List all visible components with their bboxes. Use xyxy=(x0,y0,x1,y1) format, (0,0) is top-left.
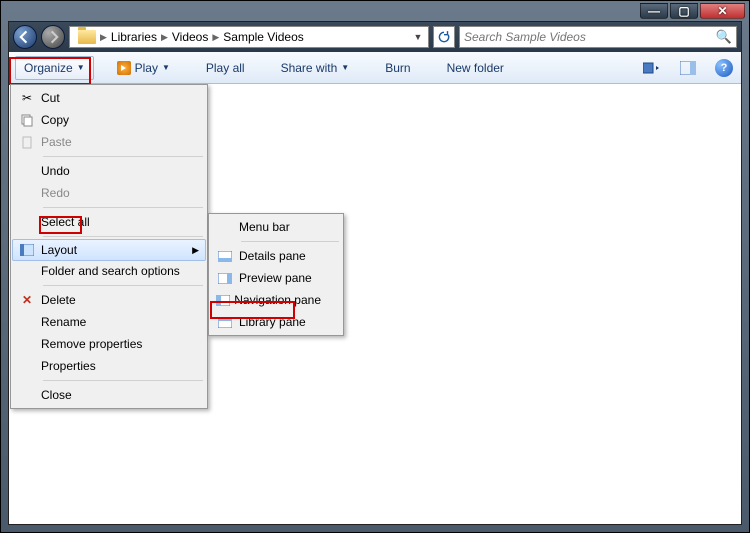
menu-details-pane[interactable]: Details pane xyxy=(211,245,341,267)
search-icon: 🔍 xyxy=(716,29,732,45)
cut-icon: ✂ xyxy=(19,90,35,106)
preview-pane-icon xyxy=(217,270,233,286)
details-pane-icon xyxy=(217,248,233,264)
preview-pane-button[interactable] xyxy=(677,57,699,79)
chevron-down-icon: ▼ xyxy=(77,63,85,72)
search-input[interactable] xyxy=(464,30,716,44)
menu-paste[interactable]: Paste xyxy=(13,131,205,153)
menu-undo[interactable]: Undo xyxy=(13,160,205,182)
explorer-window: — ▢ ✕ ▶ Libraries ▶ Videos ▶ Sample Vide… xyxy=(0,0,750,533)
delete-icon: ✕ xyxy=(19,292,35,308)
folder-icon xyxy=(78,30,96,44)
submenu-arrow-icon: ▶ xyxy=(192,245,199,256)
window-titlebar: — ▢ ✕ xyxy=(1,1,749,21)
paste-icon xyxy=(19,134,35,150)
navigation-pane-icon xyxy=(215,292,231,308)
crumb-sample-videos[interactable]: Sample Videos xyxy=(219,27,308,47)
new-folder-button[interactable]: New folder xyxy=(438,56,513,80)
view-icon xyxy=(643,61,661,75)
menu-delete[interactable]: ✕ Delete xyxy=(13,289,205,311)
menu-remove-properties[interactable]: Remove properties xyxy=(13,333,205,355)
arrow-right-icon xyxy=(46,30,60,44)
library-pane-icon xyxy=(217,314,233,330)
menu-redo[interactable]: Redo xyxy=(13,182,205,204)
maximize-button[interactable]: ▢ xyxy=(670,3,698,19)
copy-icon xyxy=(19,112,35,128)
share-with-button[interactable]: Share with▼ xyxy=(272,56,359,80)
chevron-right-icon: ▶ xyxy=(212,32,219,43)
breadcrumb[interactable]: ▶ Libraries ▶ Videos ▶ Sample Videos ▼ xyxy=(69,26,429,48)
menu-select-all[interactable]: Select all xyxy=(13,211,205,233)
address-bar: ▶ Libraries ▶ Videos ▶ Sample Videos ▼ 🔍 xyxy=(9,22,741,52)
chevron-down-icon: ▼ xyxy=(162,63,170,72)
refresh-icon xyxy=(437,30,451,44)
crumb-videos[interactable]: Videos xyxy=(168,27,212,47)
chevron-right-icon: ▶ xyxy=(161,32,168,43)
play-all-button[interactable]: Play all xyxy=(197,56,254,80)
play-icon xyxy=(117,61,131,75)
minimize-button[interactable]: — xyxy=(640,3,668,19)
arrow-left-icon xyxy=(18,30,32,44)
organize-menu: ✂ Cut Copy Paste Undo Redo xyxy=(10,84,208,409)
crumb-libraries[interactable]: Libraries xyxy=(107,27,161,47)
menu-close[interactable]: Close xyxy=(13,384,205,406)
preview-pane-icon xyxy=(680,61,696,75)
menu-copy[interactable]: Copy xyxy=(13,109,205,131)
menu-layout[interactable]: Layout ▶ xyxy=(12,239,206,261)
organize-button[interactable]: Organize▼ xyxy=(15,56,94,80)
play-button[interactable]: Play▼ xyxy=(108,56,179,80)
menu-properties[interactable]: Properties xyxy=(13,355,205,377)
chevron-right-icon: ▶ xyxy=(100,32,107,43)
help-button[interactable]: ? xyxy=(713,57,735,79)
menu-folder-options[interactable]: Folder and search options xyxy=(13,260,205,282)
forward-button[interactable] xyxy=(41,25,65,49)
close-button[interactable]: ✕ xyxy=(700,3,745,19)
layout-submenu: Menu bar Details pane Preview pane Navig xyxy=(208,213,344,336)
menu-menu-bar[interactable]: Menu bar xyxy=(211,216,341,238)
burn-button[interactable]: Burn xyxy=(376,56,419,80)
menu-rename[interactable]: Rename xyxy=(13,311,205,333)
view-button[interactable] xyxy=(641,57,663,79)
command-bar: Organize▼ Play▼ Play all Share with▼ Bur… xyxy=(9,52,741,84)
back-button[interactable] xyxy=(13,25,37,49)
layout-icon xyxy=(19,242,35,258)
breadcrumb-dropdown[interactable]: ▼ xyxy=(410,32,426,42)
menu-library-pane[interactable]: Library pane xyxy=(211,311,341,333)
help-icon: ? xyxy=(715,59,733,77)
menu-preview-pane[interactable]: Preview pane xyxy=(211,267,341,289)
chevron-down-icon: ▼ xyxy=(341,63,349,72)
refresh-button[interactable] xyxy=(433,26,455,48)
menu-cut[interactable]: ✂ Cut xyxy=(13,87,205,109)
menu-navigation-pane[interactable]: Navigation pane xyxy=(211,289,341,311)
search-box[interactable]: 🔍 xyxy=(459,26,737,48)
